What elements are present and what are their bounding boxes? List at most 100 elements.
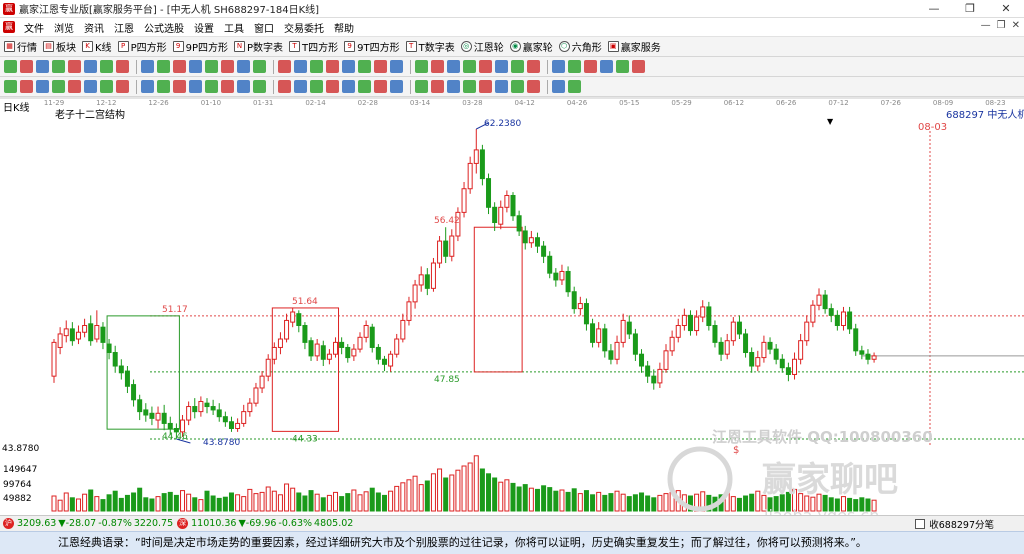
tb2-tool-29-icon[interactable]	[495, 60, 508, 73]
mdi-close-button[interactable]: ✕	[1012, 20, 1020, 31]
tb-9p-square[interactable]: 9 9P四方形	[172, 39, 228, 54]
tb3-tool-21-icon[interactable]	[358, 80, 371, 93]
tb3-tool-17-icon[interactable]	[294, 80, 307, 93]
tb2-tool-16-icon[interactable]	[278, 60, 291, 73]
minimize-button[interactable]: —	[916, 0, 952, 18]
tb-p-table[interactable]: N P数字表	[234, 39, 283, 54]
tb2-tool-6-icon[interactable]	[100, 60, 113, 73]
tb3-tool-9-icon[interactable]	[157, 80, 170, 93]
maximize-button[interactable]: ❐	[952, 0, 988, 18]
tb2-tool-30-icon[interactable]	[511, 60, 524, 73]
tb3-tool-19-icon[interactable]	[326, 80, 339, 93]
menu-gann[interactable]: 江恩	[109, 20, 139, 35]
tb3-tool-23-icon[interactable]	[390, 80, 403, 93]
tb2-tool-35-icon[interactable]	[600, 60, 613, 73]
tb2-tool-2-icon[interactable]	[36, 60, 49, 73]
tb2-tool-34-icon[interactable]	[584, 60, 597, 73]
tb2-tool-7-icon[interactable]	[116, 60, 129, 73]
tb2-tool-4-icon[interactable]	[68, 60, 81, 73]
tb3-tool-24-icon[interactable]	[415, 80, 428, 93]
tb3-tool-7-icon[interactable]	[116, 80, 129, 93]
tb-hexagon[interactable]: ⬡ 六角形	[558, 39, 602, 54]
tb3-tool-14-icon[interactable]	[237, 80, 250, 93]
tb2-tool-21-icon[interactable]	[358, 60, 371, 73]
tb2-tool-18-icon[interactable]	[310, 60, 323, 73]
tb3-tool-0-icon[interactable]	[4, 80, 17, 93]
menu-window[interactable]: 窗口	[249, 20, 279, 35]
tb2-tool-22-icon[interactable]	[374, 60, 387, 73]
tb2-tool-25-icon[interactable]	[431, 60, 444, 73]
tb2-tool-0-icon[interactable]	[4, 60, 17, 73]
tb-t-table[interactable]: T T数字表	[405, 39, 455, 54]
tb2-tool-13-icon[interactable]	[221, 60, 234, 73]
tb-service[interactable]: ▣ 赢家服务	[607, 39, 661, 54]
tb2-tool-10-icon[interactable]	[173, 60, 186, 73]
tb2-tool-8-icon[interactable]	[141, 60, 154, 73]
tb-t-square[interactable]: T T四方形	[289, 39, 338, 54]
menu-settings[interactable]: 设置	[189, 20, 219, 35]
kline-chart[interactable]: 11-29 12-12 12-26 01-10 01-31 02-14 02-28 03-14…	[0, 97, 1024, 525]
tb2-tool-20-icon[interactable]	[342, 60, 355, 73]
tb2-tool-9-icon[interactable]	[157, 60, 170, 73]
menu-formula[interactable]: 公式选股	[139, 20, 189, 35]
tb3-tool-8-icon[interactable]	[141, 80, 154, 93]
tb2-tool-33-icon[interactable]	[568, 60, 581, 73]
tb3-tool-26-icon[interactable]	[447, 80, 460, 93]
tb3-tool-2-icon[interactable]	[36, 80, 49, 93]
tb2-tool-24-icon[interactable]	[415, 60, 428, 73]
tb2-tool-28-icon[interactable]	[479, 60, 492, 73]
close-button[interactable]: ✕	[988, 0, 1024, 18]
tb3-tool-6-icon[interactable]	[100, 80, 113, 93]
tb3-tool-12-icon[interactable]	[205, 80, 218, 93]
checkbox-icon[interactable]	[915, 519, 926, 529]
tb-quotes[interactable]: ▦ 行情	[4, 39, 37, 54]
menu-info[interactable]: 资讯	[79, 20, 109, 35]
tb3-tool-33-icon[interactable]	[568, 80, 581, 93]
tb-kline[interactable]: K K线	[82, 39, 112, 54]
tb3-tool-22-icon[interactable]	[374, 80, 387, 93]
tb3-tool-30-icon[interactable]	[511, 80, 524, 93]
sz-index-group[interactable]: 深 11010.36 ▼-69.96 -0.63% 4805.02	[177, 518, 353, 529]
tb3-tool-28-icon[interactable]	[479, 80, 492, 93]
menu-help[interactable]: 帮助	[329, 20, 359, 35]
tb-p-square[interactable]: P P四方形	[117, 39, 167, 54]
menu-browse[interactable]: 浏览	[49, 20, 79, 35]
tb3-tool-25-icon[interactable]	[431, 80, 444, 93]
tb2-tool-11-icon[interactable]	[189, 60, 202, 73]
tb2-tool-36-icon[interactable]	[616, 60, 629, 73]
tb3-tool-32-icon[interactable]	[552, 80, 565, 93]
tb3-tool-5-icon[interactable]	[84, 80, 97, 93]
tb3-tool-16-icon[interactable]	[278, 80, 291, 93]
tb3-tool-3-icon[interactable]	[52, 80, 65, 93]
tb2-tool-27-icon[interactable]	[463, 60, 476, 73]
status-right[interactable]: 收688297分笔	[915, 517, 994, 531]
menu-trade[interactable]: 交易委托	[279, 20, 329, 35]
mdi-restore-button[interactable]: ❐	[997, 20, 1006, 31]
tb2-tool-37-icon[interactable]	[632, 60, 645, 73]
tb3-tool-20-icon[interactable]	[342, 80, 355, 93]
tb2-tool-19-icon[interactable]	[326, 60, 339, 73]
tb3-tool-29-icon[interactable]	[495, 80, 508, 93]
tb2-tool-26-icon[interactable]	[447, 60, 460, 73]
tb3-tool-15-icon[interactable]	[253, 80, 266, 93]
tb2-tool-3-icon[interactable]	[52, 60, 65, 73]
menu-tools[interactable]: 工具	[219, 20, 249, 35]
tb2-tool-5-icon[interactable]	[84, 60, 97, 73]
tb2-tool-31-icon[interactable]	[527, 60, 540, 73]
tb2-tool-15-icon[interactable]	[253, 60, 266, 73]
mdi-minimize-button[interactable]: —	[981, 20, 991, 31]
tb2-tool-1-icon[interactable]	[20, 60, 33, 73]
tb3-tool-11-icon[interactable]	[189, 80, 202, 93]
tb3-tool-27-icon[interactable]	[463, 80, 476, 93]
dropdown-arrow-icon[interactable]: ▼	[827, 117, 834, 126]
sh-index-group[interactable]: 沪 3209.63 ▼-28.07 -0.87% 3220.75	[3, 518, 173, 529]
tb-gann-wheel[interactable]: ◎ 江恩轮	[460, 39, 504, 54]
tb2-tool-32-icon[interactable]	[552, 60, 565, 73]
tb2-tool-17-icon[interactable]	[294, 60, 307, 73]
tb-sectors[interactable]: ▤ 板块	[43, 39, 76, 54]
tb-winner-wheel[interactable]: ◉ 赢家轮	[509, 39, 553, 54]
tb3-tool-1-icon[interactable]	[20, 80, 33, 93]
tb2-tool-14-icon[interactable]	[237, 60, 250, 73]
tb3-tool-31-icon[interactable]	[527, 80, 540, 93]
tb3-tool-10-icon[interactable]	[173, 80, 186, 93]
